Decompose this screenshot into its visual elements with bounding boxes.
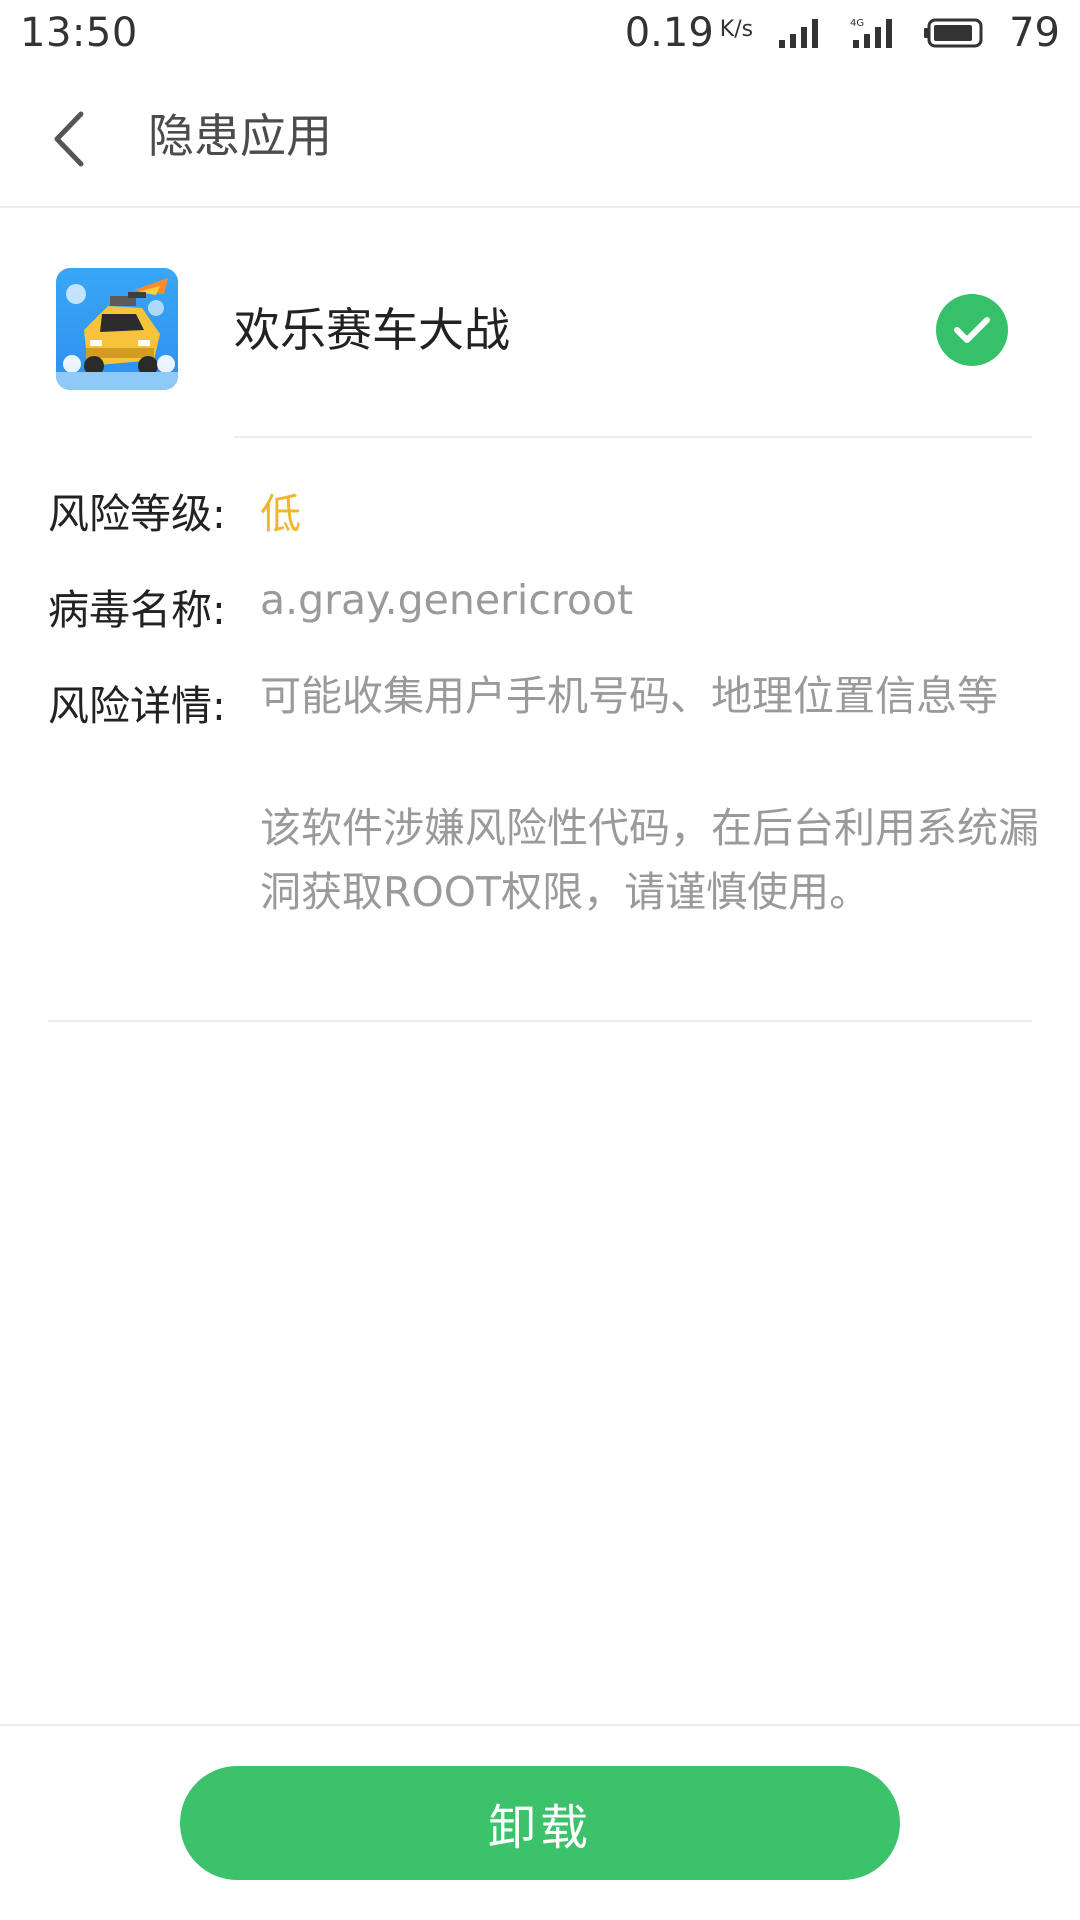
virus-name-label: 病毒名称: bbox=[48, 586, 226, 634]
risk-level-value: 低 bbox=[260, 490, 301, 538]
status-indicators: 0.19 K/s 4G 79 bbox=[625, 10, 1060, 56]
racing-car-game-icon bbox=[56, 268, 178, 390]
virus-name-row: 病毒名称: a.gray.genericroot bbox=[48, 576, 633, 636]
check-circle-icon[interactable] bbox=[936, 294, 1008, 366]
app-row[interactable]: 欢乐赛车大战 bbox=[0, 208, 1080, 438]
network-type-label: 4G bbox=[850, 18, 864, 29]
uninstall-button[interactable]: 卸载 bbox=[180, 1766, 900, 1880]
divider bbox=[48, 1020, 1032, 1022]
header: 隐患应用 bbox=[0, 66, 1080, 208]
back-button[interactable] bbox=[34, 104, 104, 174]
risk-detail-row: 风险详情: bbox=[48, 672, 260, 732]
status-time: 13:50 bbox=[20, 10, 138, 56]
virus-name-value: a.gray.genericroot bbox=[260, 576, 634, 624]
risk-level-label: 风险等级: bbox=[48, 490, 226, 538]
network-speed: 0.19 K/s bbox=[625, 10, 753, 56]
risk-detail-line-1: 可能收集用户手机号码、地理位置信息等 bbox=[260, 672, 998, 720]
risk-detail-paragraph-2: 该软件涉嫌风险性代码，在后台利用系统漏洞获取ROOT权限，请谨慎使用。 bbox=[260, 804, 1039, 916]
page-title: 隐患应用 bbox=[148, 109, 332, 163]
network-speed-unit: K/s bbox=[719, 17, 754, 42]
bottom-action-bar: 卸载 bbox=[0, 1724, 1080, 1920]
divider bbox=[234, 436, 1032, 438]
network-speed-value: 0.19 bbox=[624, 10, 714, 56]
battery-level: 79 bbox=[1009, 10, 1060, 56]
signal-icon bbox=[779, 19, 819, 48]
signal-4g-icon: 4G bbox=[850, 18, 893, 48]
app-name: 欢乐赛车大战 bbox=[234, 303, 510, 357]
risk-level-row: 风险等级: 低 bbox=[48, 480, 301, 540]
chevron-left-icon bbox=[54, 111, 84, 167]
risk-detail-label: 风险详情: bbox=[48, 682, 226, 730]
battery-icon bbox=[924, 18, 983, 48]
status-bar: 13:50 0.19 K/s 4G 79 bbox=[0, 0, 1080, 66]
